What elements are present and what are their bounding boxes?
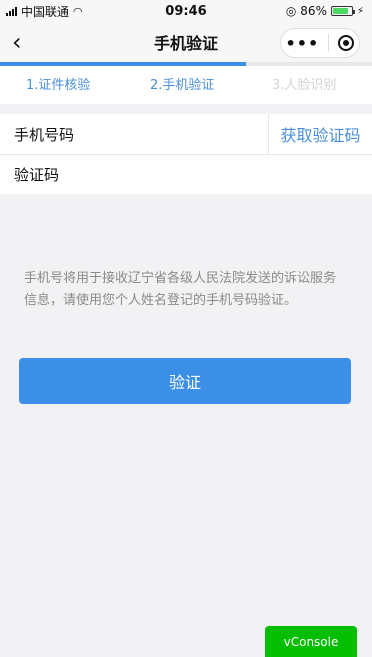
step-3-label: 3.人脸识别	[272, 78, 337, 93]
get-code-button[interactable]: 获取验证码	[268, 114, 372, 154]
chevron-left-icon[interactable]: ‹	[12, 28, 22, 56]
more-dots-icon[interactable]: •••	[286, 34, 320, 53]
status-bar: 中国联通 ◠ 09:46 ◎ 86% ⚡	[0, 0, 372, 22]
step-2-label: 2.手机验证	[150, 78, 215, 93]
location-icon: ◎	[285, 4, 297, 18]
nav-bar: ‹ 手机验证 •••	[0, 22, 372, 62]
status-right: ◎ 86% ⚡	[286, 4, 364, 18]
carrier-label: 中国联通	[21, 4, 70, 19]
progress-fill	[0, 62, 246, 66]
charging-icon: ⚡	[356, 5, 364, 17]
code-field[interactable]: 验证码	[0, 154, 372, 194]
phone-label: 手机号码	[14, 125, 75, 144]
wifi-icon: ◠	[73, 4, 83, 18]
phone-field[interactable]: 手机号码 获取验证码	[0, 114, 372, 154]
page-title: 手机验证	[153, 34, 218, 53]
step-indicator: 1.证件核验 2.手机验证 3.人脸识别	[0, 62, 372, 104]
verify-button[interactable]: 验证	[19, 358, 351, 404]
signal-icon	[6, 6, 17, 16]
battery-percent: 86%	[300, 4, 327, 18]
battery-icon	[330, 6, 355, 16]
progress-track	[0, 62, 372, 66]
code-label: 验证码	[14, 166, 60, 184]
notice-text: 手机号将用于接收辽宁省各级人民法院发送的诉讼服务信息，请使用您个人姓名登记的手机…	[24, 271, 337, 308]
mini-program-capsule: •••	[280, 28, 360, 58]
vconsole-button[interactable]: vConsole	[265, 626, 357, 657]
verification-form: 手机号码 获取验证码 验证码	[0, 114, 372, 194]
capsule-divider	[328, 34, 330, 52]
status-left: 中国联通 ◠	[6, 3, 83, 20]
step-1-label: 1.证件核验	[26, 78, 91, 93]
target-icon[interactable]	[338, 35, 355, 51]
